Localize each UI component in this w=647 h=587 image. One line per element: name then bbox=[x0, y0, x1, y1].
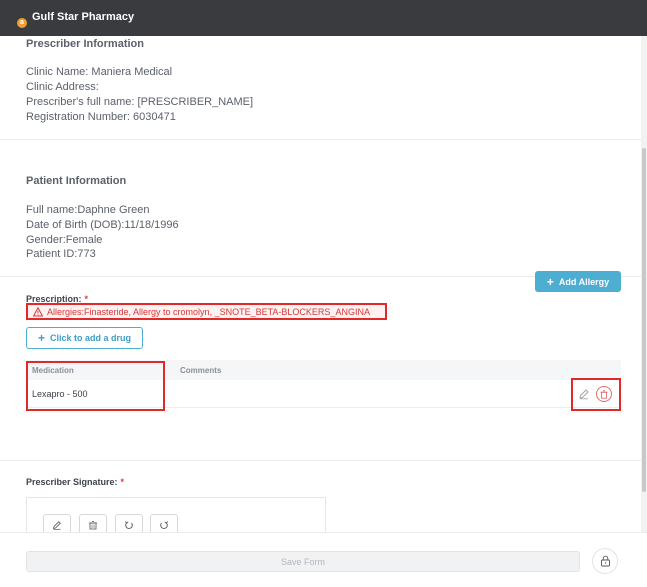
save-form-button[interactable]: Save Form bbox=[26, 551, 580, 572]
pencil-icon[interactable] bbox=[578, 388, 590, 400]
signature-label-text: Prescriber Signature: bbox=[26, 477, 118, 487]
lock-icon bbox=[600, 555, 610, 567]
top-bar: a Gulf Star Pharmacy bbox=[0, 0, 647, 36]
required-mark: * bbox=[120, 477, 125, 487]
add-allergy-button[interactable]: + Add Allergy bbox=[535, 271, 621, 292]
signature-label: Prescriber Signature: * bbox=[26, 477, 124, 487]
delete-button[interactable] bbox=[596, 386, 612, 402]
patient-section-title: Patient Information bbox=[26, 175, 127, 187]
allergies-text: Allergies:Finasteride, Allergy to cromol… bbox=[47, 306, 370, 317]
registration-number: Registration Number: 6030471 bbox=[26, 111, 176, 123]
vertical-scrollbar[interactable] bbox=[641, 36, 647, 532]
clinic-address: Clinic Address: bbox=[26, 81, 99, 93]
plus-icon: + bbox=[37, 331, 45, 345]
lock-button[interactable] bbox=[592, 548, 618, 574]
plus-icon: + bbox=[546, 274, 554, 289]
patient-gender: Gender:Female bbox=[26, 234, 103, 246]
clinic-name: Clinic Name: Maniera Medical bbox=[26, 66, 173, 78]
undo-icon bbox=[124, 521, 133, 529]
add-drug-label: Click to add a drug bbox=[50, 333, 132, 343]
scrollbar-thumb[interactable] bbox=[642, 148, 646, 492]
prescriber-section-title: Prescriber Information bbox=[26, 38, 144, 50]
form-footer: Save Form bbox=[0, 532, 647, 587]
medication-highlight bbox=[26, 361, 165, 411]
prescriber-full-name: Prescriber's full name: [PRESCRIBER_NAME… bbox=[26, 96, 254, 108]
column-comments: Comments bbox=[180, 366, 222, 375]
warning-icon bbox=[33, 306, 43, 316]
section-divider bbox=[0, 460, 641, 461]
patient-dob: Date of Birth (DOB):11/18/1996 bbox=[26, 219, 179, 231]
allergies-banner: Allergies:Finasteride, Allergy to cromol… bbox=[26, 303, 387, 320]
pencil-icon bbox=[52, 521, 61, 530]
add-drug-button[interactable]: + Click to add a drug bbox=[26, 327, 143, 349]
patient-full-name: Full name:Daphne Green bbox=[26, 204, 150, 216]
redo-icon bbox=[160, 521, 169, 529]
brand-name: Gulf Star Pharmacy bbox=[32, 11, 135, 23]
add-allergy-label: Add Allergy bbox=[558, 276, 610, 287]
brand-logo-icon: a bbox=[17, 18, 27, 28]
patient-id: Patient ID:773 bbox=[26, 248, 96, 260]
trash-icon bbox=[600, 389, 608, 399]
trash-icon bbox=[89, 521, 97, 530]
section-divider bbox=[0, 139, 641, 140]
